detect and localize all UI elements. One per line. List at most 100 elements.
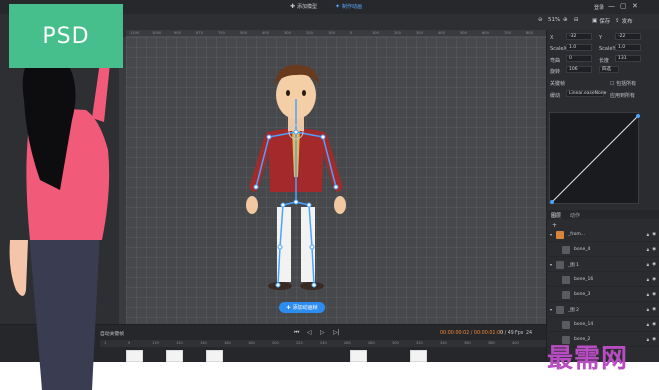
layer-row[interactable]: bone_4 🔒︎ ◉: [546, 243, 659, 257]
visibility-icon[interactable]: ◉: [652, 262, 656, 267]
ruler-tick-label: 500: [240, 31, 247, 35]
right-hand: [334, 196, 346, 214]
expand-caret-icon[interactable]: ▾: [550, 307, 552, 312]
lock-icon[interactable]: 🔒︎: [647, 292, 649, 298]
fit-button[interactable]: ⊟: [574, 17, 579, 23]
layer-row[interactable]: bone_14 🔒︎ ◉: [546, 318, 659, 332]
publish-icon: ⇪: [615, 18, 620, 24]
slot-button[interactable]: 四选: [599, 66, 619, 73]
scalex-label: ScaleX: [550, 46, 567, 52]
layer-row[interactable]: bone_3 🔒︎ ◉: [546, 288, 659, 302]
lock-icon[interactable]: 🔒︎: [647, 277, 649, 283]
keyframe-thumb[interactable]: [410, 350, 427, 362]
ruler-tick-label: 200: [394, 31, 401, 35]
psd-badge: PSD: [9, 4, 123, 68]
layer-thumbnail: [556, 231, 564, 239]
next-frame-button[interactable]: ▷|: [333, 329, 340, 336]
timeline-tick-label: 220: [296, 341, 303, 345]
tab-actions[interactable]: 动作: [570, 212, 580, 219]
keyframe-label: 关键帧: [550, 81, 566, 87]
keyframe-thumb[interactable]: [350, 350, 367, 362]
close-button[interactable]: ✕: [632, 2, 638, 10]
layer-name: bone_14: [574, 322, 594, 327]
plus-icon: ✚: [286, 304, 291, 311]
ruler-tick-label: 500: [460, 31, 467, 35]
lock-icon[interactable]: 🔒︎: [647, 232, 649, 238]
zoom-level: 51%: [548, 17, 561, 23]
bone-lines[interactable]: [255, 99, 337, 286]
prev-frame-button[interactable]: ◁: [307, 329, 312, 336]
ruler-tick-label: 1100: [130, 31, 140, 35]
ruler-tick-label: 0: [350, 31, 353, 35]
lock-icon[interactable]: 🔒︎: [647, 262, 649, 268]
keyframe-thumb[interactable]: [206, 350, 223, 362]
ease-curve[interactable]: [550, 113, 640, 205]
layer-thumbnail: [556, 306, 564, 314]
publish-button[interactable]: ⇪ 发布: [615, 17, 633, 25]
visibility-icon[interactable]: ◉: [652, 322, 656, 327]
ease-curve-editor[interactable]: [549, 112, 640, 205]
layer-name: bone_16: [574, 277, 594, 282]
weight-field[interactable]: 0: [566, 55, 592, 62]
timeline-ruler[interactable]: 1 9 119 120 140 160 180 200 220 240 260 280 300 320 34…: [100, 340, 546, 347]
timeline-tick-label: 180: [248, 341, 255, 345]
expand-caret-icon[interactable]: ▾: [550, 262, 552, 267]
add-anim-frame-button[interactable]: ✚ 添加动画帧: [279, 302, 325, 313]
scaley-field[interactable]: 1.0: [615, 44, 641, 51]
visibility-icon[interactable]: ◉: [652, 307, 656, 312]
lock-icon[interactable]: 🔒︎: [647, 307, 649, 313]
add-model-tab[interactable]: ✚ 添加模型: [290, 3, 317, 10]
maximize-button[interactable]: ▢: [620, 2, 627, 10]
left-eye: [286, 90, 290, 96]
layer-row[interactable]: ▾ _from... 🔒︎ ◉: [546, 228, 659, 242]
layer-row[interactable]: ▾ _图 2 🔒︎ ◉: [546, 303, 659, 317]
layer-name: _图 1: [568, 263, 580, 268]
fit-screen-icon: ⊟: [574, 17, 579, 23]
x-field[interactable]: -32: [566, 33, 592, 40]
visibility-icon[interactable]: ◉: [652, 277, 656, 282]
expand-caret-icon[interactable]: ▾: [550, 232, 552, 237]
lock-icon[interactable]: 🔒︎: [647, 247, 649, 253]
apply-all-button[interactable]: 应用到所有: [610, 92, 635, 99]
scalex-field[interactable]: 1.0: [566, 44, 592, 51]
keyframe-thumb[interactable]: [166, 350, 183, 362]
timeline-tick-label: 340: [440, 341, 447, 345]
save-button[interactable]: ▣ 保存: [592, 17, 610, 25]
frame-readout: 0 / 49: [500, 331, 514, 336]
visibility-icon[interactable]: ◉: [652, 337, 656, 342]
login-link[interactable]: 登录: [594, 4, 604, 11]
layer-row[interactable]: ▾ _图 1 🔒︎ ◉: [546, 258, 659, 272]
zoom-out-button[interactable]: ⊖: [538, 17, 543, 23]
y-field[interactable]: -22: [615, 33, 641, 40]
ruler-tick-label: 600: [482, 31, 489, 35]
layer-thumbnail: [562, 291, 570, 299]
add-model-icon: ✚: [290, 3, 296, 10]
ruler-tick-label: 400: [262, 31, 269, 35]
length-field[interactable]: 131: [615, 55, 641, 62]
lock-icon[interactable]: 🔒︎: [647, 337, 649, 343]
layer-name: bone_3: [574, 292, 591, 297]
stage-canvas[interactable]: [126, 37, 546, 324]
ruler-tick-label: 200: [306, 31, 313, 35]
fps-field[interactable]: 24: [526, 331, 532, 336]
tab-layers[interactable]: 图层: [551, 212, 561, 219]
first-frame-button[interactable]: ⏮: [294, 329, 299, 337]
character-rig[interactable]: [126, 37, 546, 324]
include-all-checkbox[interactable]: ☐ 包括所有: [610, 80, 636, 87]
lock-icon[interactable]: 🔒︎: [647, 322, 649, 328]
ruler-tick-label: 875: [196, 31, 203, 35]
zoom-in-button[interactable]: ⊕: [563, 17, 568, 23]
layer-row[interactable]: bone_16 🔒︎ ◉: [546, 273, 659, 287]
play-button[interactable]: ▷: [320, 329, 325, 336]
rotation-field[interactable]: 106: [566, 66, 592, 73]
minimize-button[interactable]: —: [608, 2, 615, 10]
ruler-tick-label: 750: [218, 31, 225, 35]
visibility-icon[interactable]: ◉: [652, 247, 656, 252]
timeline-tick-label: 140: [200, 341, 207, 345]
visibility-icon[interactable]: ◉: [652, 292, 656, 297]
timeline-tick-label: 380: [488, 341, 495, 345]
visibility-icon[interactable]: ◉: [652, 232, 656, 237]
ease-select[interactable]: Linear.easeNone: [566, 90, 606, 97]
right-eye: [302, 90, 306, 96]
make-anim-tab[interactable]: ✦ 制作动画: [335, 3, 362, 10]
